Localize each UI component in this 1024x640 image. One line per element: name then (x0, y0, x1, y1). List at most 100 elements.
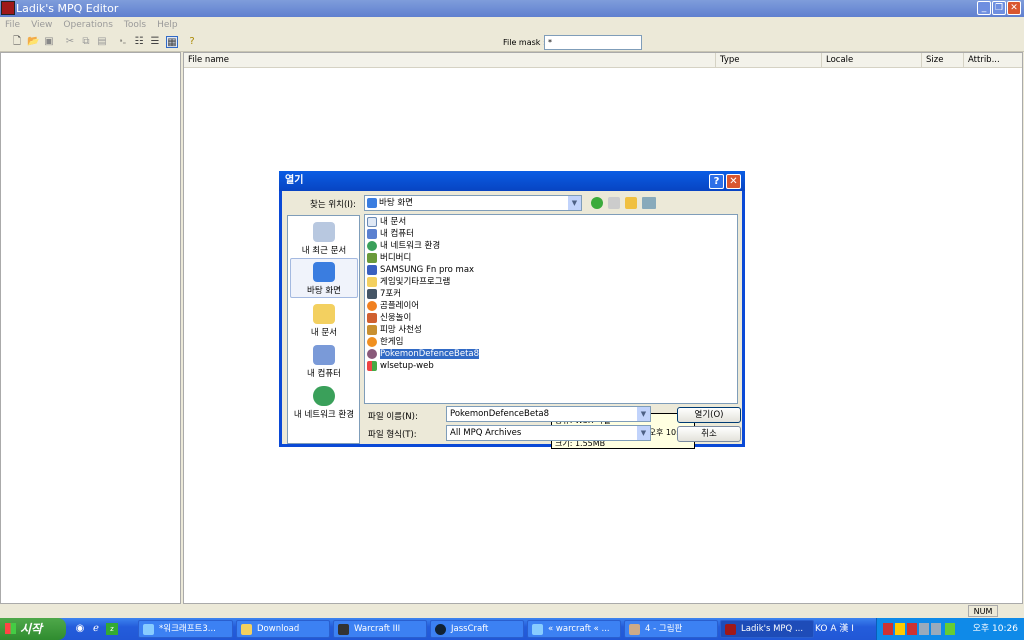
app-icon (367, 253, 377, 263)
menu-view[interactable]: View (31, 20, 52, 30)
column-size[interactable]: Size (921, 53, 963, 68)
task-button-active[interactable]: Ladik's MPQ ... (720, 620, 814, 638)
app-icon (367, 265, 377, 275)
chevron-down-icon[interactable]: ▼ (637, 407, 650, 421)
open-icon[interactable]: 📂 (27, 36, 39, 48)
task-button[interactable]: JassCraft (430, 620, 524, 638)
cancel-button[interactable]: 취소 (677, 426, 741, 442)
details-icon[interactable]: ▦ (166, 36, 178, 48)
back-icon[interactable] (591, 197, 603, 209)
filetype-value: All MPQ Archives (450, 428, 522, 438)
file-list[interactable]: 내 문서 내 컴퓨터 내 네트워크 환경 버디버디 SAMSUNG Fn pro… (364, 214, 738, 449)
ie-icon[interactable]: ℯ (90, 623, 102, 635)
task-button[interactable]: « warcraft « ... (527, 620, 621, 638)
list-icon[interactable]: ☰ (149, 36, 161, 48)
menu-file[interactable]: File (5, 20, 20, 30)
list-item[interactable]: 내 컴퓨터 (367, 228, 414, 240)
task-button[interactable]: *워크래프트3... (138, 620, 233, 638)
place-label: 바탕 화면 (307, 286, 341, 296)
folder-tree[interactable] (0, 52, 181, 604)
list-item[interactable]: 한게임 (367, 336, 403, 348)
paste-icon[interactable]: ▤ (96, 36, 108, 48)
desktop-icon (367, 198, 377, 208)
quick-launch-icon[interactable]: ◉ (74, 623, 86, 635)
help-button[interactable]: ? (709, 174, 724, 189)
place-label: 내 최근 문서 (301, 246, 347, 256)
list-item[interactable]: 곰플레이어 (367, 300, 419, 312)
column-locale[interactable]: Locale (821, 53, 921, 68)
save-icon[interactable]: ▣ (43, 36, 55, 48)
list-item[interactable]: 게임및기타프로그램 (367, 276, 450, 288)
view-menu-icon[interactable] (642, 197, 656, 209)
copy-icon[interactable]: ⧉ (80, 36, 92, 48)
quick-launch-icon[interactable]: z (106, 623, 118, 635)
place-label: 내 컴퓨터 (307, 369, 341, 379)
title-bar: Ladik's MPQ Editor _ ❐ ✕ (0, 0, 1024, 17)
filetype-dropdown[interactable]: All MPQ Archives ▼ (446, 425, 651, 441)
place-my-documents[interactable]: 내 문서 (290, 301, 358, 341)
place-recent[interactable]: 내 최근 문서 (290, 219, 358, 259)
system-tray: 오후 10:26 (876, 618, 1024, 640)
my-documents-icon (313, 304, 335, 324)
new-icon[interactable]: 🗋 (11, 36, 23, 48)
num-lock-indicator: NUM (968, 605, 998, 617)
file-mask-input[interactable]: * (544, 35, 642, 50)
windows-logo-icon (5, 623, 16, 634)
language-bar[interactable]: KO A 漢 I (815, 618, 854, 640)
column-file-name[interactable]: File name (184, 53, 229, 68)
list-item[interactable]: SAMSUNG Fn pro max (367, 264, 474, 276)
look-in-dropdown[interactable]: 바탕 화면 ▼ (364, 195, 582, 211)
place-my-computer[interactable]: 내 컴퓨터 (290, 342, 358, 382)
column-attrib[interactable]: Attrib... (963, 53, 1013, 68)
list-item[interactable]: 신웅놀이 (367, 312, 411, 324)
desktop-icon (313, 262, 335, 282)
menu-operations[interactable]: Operations (63, 20, 112, 30)
window-title: Ladik's MPQ Editor (16, 2, 119, 15)
network-icon (367, 241, 377, 251)
help-icon[interactable]: ? (186, 36, 198, 48)
column-header: File name Type Locale Size Attrib... (184, 53, 1022, 68)
place-desktop[interactable]: 바탕 화면 (290, 258, 358, 298)
list-item[interactable]: 내 문서 (367, 216, 406, 228)
taskbar: 시작 ◉ ℯ z *워크래프트3... Download Warcraft II… (0, 618, 1024, 640)
menu-help[interactable]: Help (157, 20, 178, 30)
clock[interactable]: 오후 10:26 (973, 618, 1018, 640)
list-item-selected[interactable]: PokemonDefenceBeta8 (367, 348, 480, 360)
computer-icon (367, 229, 377, 239)
list-item[interactable]: 7포커 (367, 288, 401, 300)
cut-icon[interactable]: ✂ (64, 36, 76, 48)
place-network[interactable]: 내 네트워크 환경 (290, 383, 358, 423)
filetype-label: 파일 형식(T): (368, 430, 417, 440)
restore-button[interactable]: ❐ (992, 1, 1006, 15)
menu-tools[interactable]: Tools (124, 20, 146, 30)
small-icons-icon[interactable]: ☷ (133, 36, 145, 48)
chevron-down-icon[interactable]: ▼ (637, 426, 650, 440)
task-button[interactable]: 4 - 그림판 (624, 620, 718, 638)
my-computer-icon (313, 345, 335, 365)
list-item[interactable]: 피망 사천성 (367, 324, 422, 336)
list-item[interactable]: 버디버디 (367, 252, 411, 264)
minimize-button[interactable]: _ (977, 1, 991, 15)
column-type[interactable]: Type (715, 53, 820, 68)
open-button[interactable]: 열기(O) (677, 407, 741, 423)
large-icons-icon[interactable]: ᵃ₌ (117, 36, 129, 48)
task-button[interactable]: Download (236, 620, 330, 638)
folder-icon (367, 277, 377, 287)
app-icon (367, 337, 377, 347)
up-folder-icon[interactable] (608, 197, 620, 209)
app-icon (367, 301, 377, 311)
close-button[interactable]: ✕ (1007, 1, 1021, 15)
chevron-down-icon[interactable]: ▼ (568, 196, 581, 210)
list-item[interactable]: 내 네트워크 환경 (367, 240, 440, 252)
dialog-title-bar: 열기 ? ✕ (279, 171, 745, 191)
new-folder-icon[interactable] (625, 197, 637, 209)
list-item[interactable]: wlsetup-web (367, 360, 434, 372)
filename-value: PokemonDefenceBeta8 (450, 409, 550, 419)
task-button[interactable]: Warcraft III (333, 620, 427, 638)
recent-documents-icon (313, 222, 335, 242)
filename-input[interactable]: PokemonDefenceBeta8 ▼ (446, 406, 651, 422)
tray-icons[interactable] (883, 623, 955, 635)
start-button[interactable]: 시작 (0, 618, 66, 640)
dialog-close-button[interactable]: ✕ (726, 174, 741, 189)
app-icon (367, 325, 377, 335)
